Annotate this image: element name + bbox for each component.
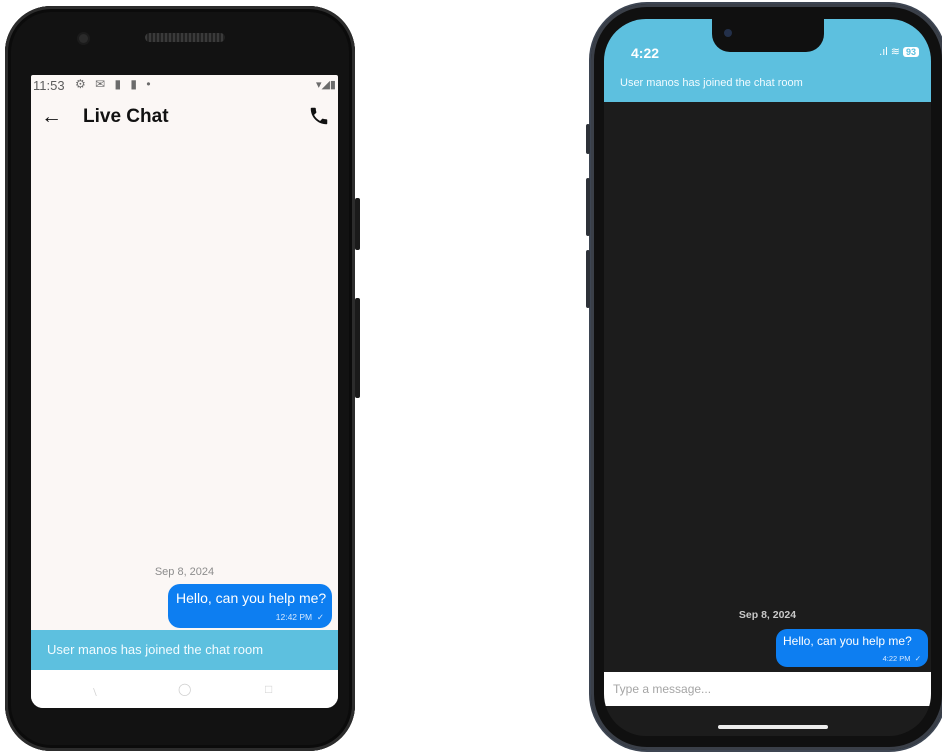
read-check-icon: ✓	[316, 612, 324, 622]
chat-header: 4:22 .ıl ≋ 93 User manos has joined the c…	[604, 19, 931, 102]
message-input-bar	[604, 672, 931, 706]
message-bubble[interactable]: Hello, can you help me? 12:42 PM ✓	[168, 584, 332, 628]
status-icons: .ıl ≋ 93	[879, 45, 919, 58]
message-meta: 12:42 PM ✓	[276, 612, 324, 623]
status-bar: 11:53 ⚙ ✉ ▮ ▮ • ▾◢▮	[31, 75, 338, 95]
side-button	[586, 178, 590, 236]
battery-icon: 93	[902, 47, 919, 57]
status-time: 4:22	[631, 45, 660, 61]
home-indicator[interactable]	[718, 725, 828, 729]
nav-home-icon[interactable]: ◯	[178, 682, 191, 696]
android-screen: 11:53 ⚙ ✉ ▮ ▮ • ▾◢▮ ← Live Chat Sep 8, 2…	[31, 75, 338, 708]
navigation-bar: ﹨ ◯ □	[31, 670, 338, 708]
message-input[interactable]	[604, 672, 931, 706]
signal-icon: .ıl	[879, 46, 888, 58]
camera-icon	[724, 29, 732, 37]
android-phone: 11:53 ⚙ ✉ ▮ ▮ • ▾◢▮ ← Live Chat Sep 8, 2…	[5, 6, 360, 751]
status-time: 11:53	[33, 78, 65, 93]
message-text: Hello, can you help me?	[783, 634, 912, 648]
notch	[712, 19, 824, 52]
message-text: Hello, can you help me?	[176, 590, 327, 606]
notification-icons: ⚙ ✉ ▮ ▮ •	[75, 77, 154, 91]
date-separator: Sep 8, 2024	[154, 566, 215, 578]
iphone-screen: 4:22 .ıl ≋ 93 User manos has joined the c…	[604, 19, 931, 736]
join-banner-text: User manos has joined the chat room	[47, 642, 264, 657]
page-title: Live Chat	[83, 106, 169, 127]
join-banner: User manos has joined the chat room	[31, 630, 338, 670]
iphone: 4:22 .ıl ≋ 93 User manos has joined the c…	[586, 4, 942, 750]
message-time: 12:42 PM	[275, 612, 313, 622]
side-button	[586, 124, 590, 154]
read-check-icon: ✓	[914, 654, 921, 663]
join-banner-text: User manos has joined the chat room	[620, 77, 803, 89]
phone-call-icon[interactable]	[308, 105, 330, 127]
side-button	[586, 250, 590, 308]
back-arrow-icon[interactable]: ←	[41, 105, 62, 129]
message-time: 4:22 PM	[882, 654, 911, 663]
side-button	[355, 298, 360, 398]
side-button	[355, 198, 360, 250]
message-meta: 4:22 PM ✓	[883, 654, 921, 663]
nav-recents-icon[interactable]: □	[265, 682, 272, 696]
camera-icon	[79, 34, 88, 43]
wifi-icon: ≋	[890, 46, 900, 58]
date-separator: Sep 8, 2024	[738, 609, 797, 621]
signal-battery-icon: ▾◢▮	[315, 79, 336, 91]
speaker-grille	[145, 33, 225, 42]
message-bubble[interactable]: Hello, can you help me? 4:22 PM ✓	[776, 629, 928, 667]
nav-back-icon[interactable]: ﹨	[89, 682, 101, 699]
